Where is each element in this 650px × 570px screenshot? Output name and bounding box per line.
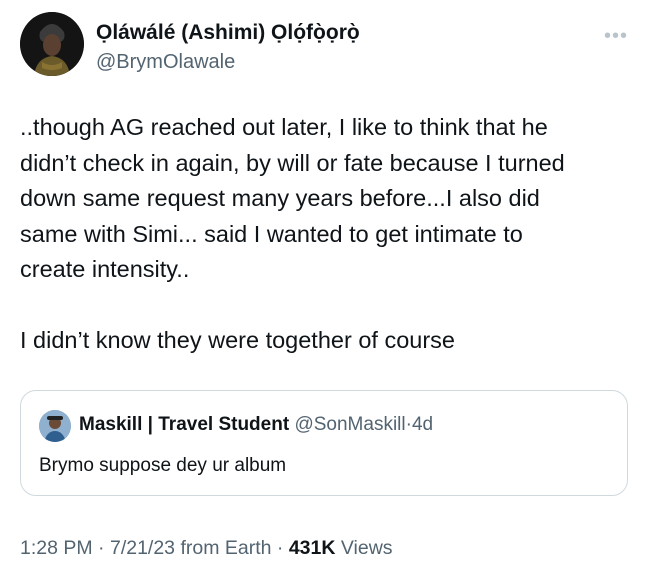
author-name[interactable]: Ọláwálé (Ashimi) Ọlọ́fọ̀ọrọ̀	[96, 21, 360, 45]
quoted-timestamp[interactable]: 4d	[412, 414, 433, 435]
author-handle[interactable]: @BrymOlawale	[96, 51, 235, 74]
quoted-tweet-card[interactable]: Maskill | Travel Student @SonMaskill·4d …	[20, 390, 628, 496]
quoted-author-name[interactable]: Maskill | Travel Student	[79, 414, 289, 435]
author-avatar[interactable]	[20, 12, 84, 76]
quoted-tweet-header: Maskill | Travel Student @SonMaskill·4d	[79, 414, 433, 436]
tweet-date[interactable]: 7/21/23	[110, 537, 175, 559]
meta-separator-1: ·	[98, 537, 105, 559]
views-count: 431K	[288, 537, 336, 559]
views-label: Views	[340, 537, 393, 559]
more-options-icon[interactable]: •••	[604, 26, 628, 46]
profile-photo-icon	[20, 12, 84, 76]
tweet-time[interactable]: 1:28 PM	[20, 537, 93, 559]
tweet-source: from Earth	[180, 537, 272, 559]
tweet-header: Ọláwálé (Ashimi) Ọlọ́fọ̀ọrọ̀ @BrymOlawal…	[20, 12, 630, 76]
tweet-body: ..though AG reached out later, I like to…	[20, 110, 635, 358]
tweet-metadata: 1:28 PM · 7/21/23 from Earth · 431K View…	[20, 537, 393, 560]
quoted-author-handle[interactable]: @SonMaskill	[294, 414, 405, 435]
meta-separator-2: ·	[276, 537, 284, 559]
quoted-tweet-text: Brymo suppose dey ur album	[39, 455, 287, 476]
tweet-paragraph-1: ..though AG reached out later, I like to…	[20, 114, 565, 282]
quoted-author-avatar[interactable]	[39, 410, 71, 442]
tweet-paragraph-2: I didn’t know they were together of cour…	[20, 326, 455, 353]
quoted-profile-photo-icon	[39, 410, 71, 442]
